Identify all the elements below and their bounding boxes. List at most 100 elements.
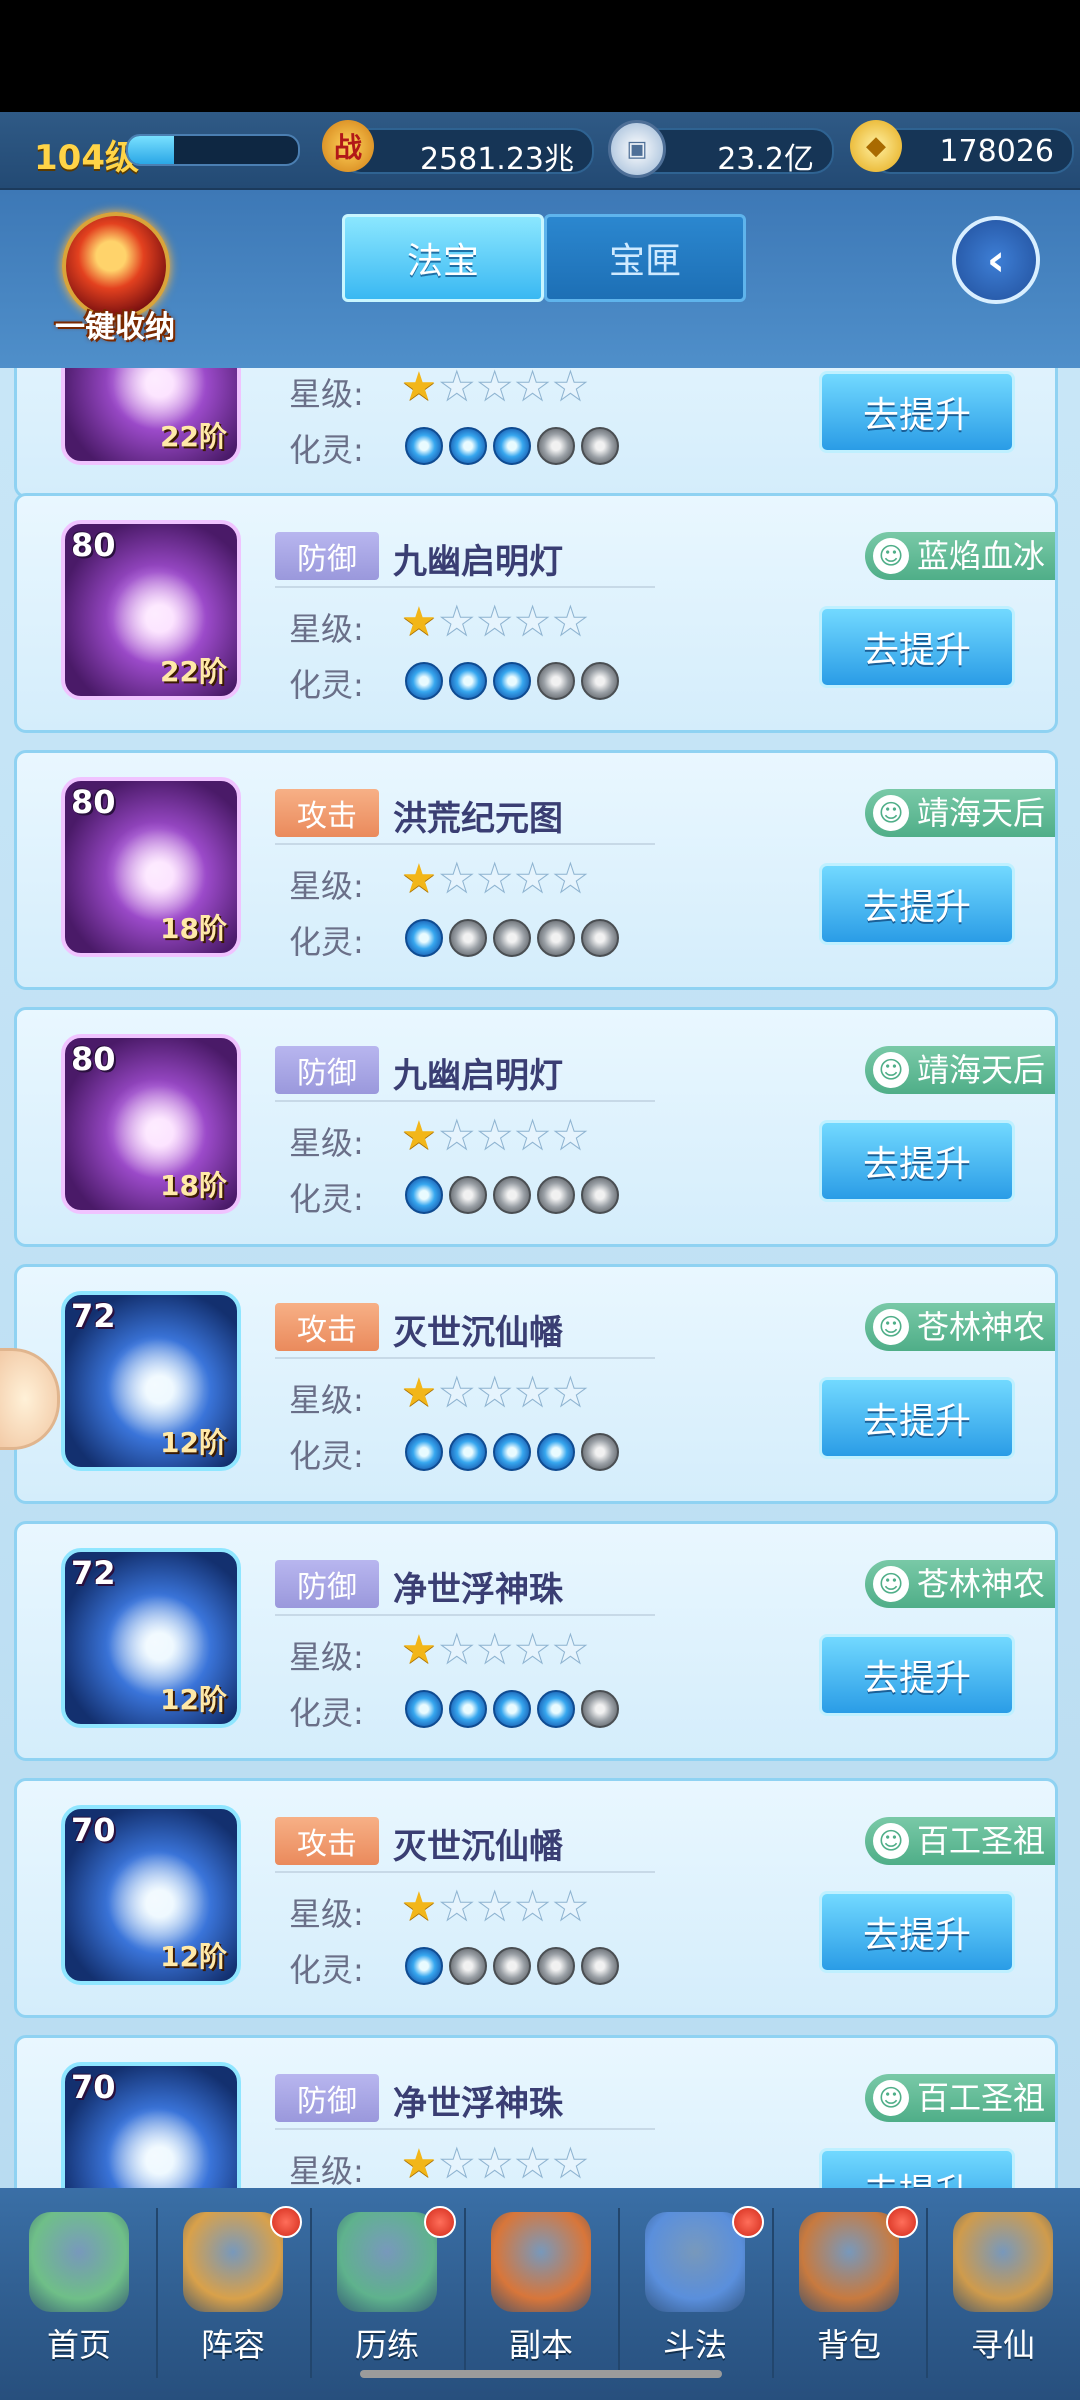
equipped-hero-name: 百工圣祖	[916, 1822, 1045, 1860]
treasure-thumbnail[interactable]: 72 12阶	[61, 1291, 241, 1471]
spirit-orb-icon	[405, 427, 443, 465]
treasure-thumbnail[interactable]: 80 22阶	[61, 520, 241, 700]
upgrade-button[interactable]: 去提升	[819, 606, 1015, 688]
treasure-name: 灭世沉仙幡	[393, 1827, 563, 1867]
star-icon: ★	[514, 1370, 551, 1416]
combat-power-icon: 战	[322, 120, 374, 172]
equipped-hero-name: 苍林神农	[916, 1308, 1045, 1346]
star-icon: ★	[552, 368, 589, 410]
spirit-orb-icon	[581, 919, 619, 957]
star-rating: ★ ★ ★ ★ ★	[401, 1884, 589, 1930]
back-button[interactable]: ‹	[952, 216, 1040, 304]
equipped-hero-tag: ☺ 蓝焰血冰	[864, 532, 1055, 580]
tab-baoxia[interactable]: 宝匣	[544, 214, 746, 302]
header: 一键收纳 法宝 宝匣 ‹	[0, 190, 1080, 368]
spirit-orb-icon	[581, 1176, 619, 1214]
star-icon: ★	[514, 1113, 551, 1159]
spirit-orb-icon	[537, 1433, 575, 1471]
spirit-orb-icon	[581, 1947, 619, 1985]
treasure-card: 80 18阶 攻击 洪荒纪元图 ☺ 靖海天后 星级: ★ ★ ★ ★ ★ 化灵: 去提升	[14, 750, 1058, 990]
name-divider	[275, 1614, 655, 1616]
nav-item[interactable]: 历练	[312, 2202, 462, 2364]
treasure-art	[105, 564, 205, 664]
nav-separator	[310, 2208, 312, 2378]
equipped-hero-tag: ☺ 苍林神农	[864, 1303, 1055, 1351]
nav-item[interactable]: 首页	[4, 2202, 154, 2364]
treasure-name: 灭世沉仙幡	[393, 1313, 563, 1353]
upgrade-button[interactable]: 去提升	[819, 1377, 1015, 1459]
nav-item[interactable]: 背包	[774, 2202, 924, 2364]
star-rating: ★ ★ ★ ★ ★	[401, 2141, 589, 2187]
star-icon: ★	[476, 856, 513, 902]
home-indicator[interactable]	[360, 2370, 722, 2378]
name-divider	[275, 2128, 655, 2130]
equipped-hero-tag: ☺ 百工圣祖	[864, 2074, 1055, 2122]
treasure-thumbnail[interactable]: 80 22阶	[61, 368, 241, 465]
coin-icon: ▣	[608, 120, 666, 178]
one-click-collect-button[interactable]: 一键收纳	[40, 204, 190, 354]
hero-head-icon: ☺	[872, 1566, 909, 1602]
spirit-rating	[405, 662, 619, 700]
nav-item[interactable]: 阵容	[158, 2202, 308, 2364]
turtle-icon	[337, 2212, 437, 2312]
upgrade-button[interactable]: 去提升	[819, 2148, 1015, 2188]
equipped-hero-name: 靖海天后	[916, 794, 1045, 832]
treasure-level: 72	[71, 1554, 116, 1592]
upgrade-button[interactable]: 去提升	[819, 863, 1015, 945]
star-icon: ★	[438, 1627, 475, 1673]
nav-item[interactable]: 斗法	[620, 2202, 770, 2364]
spirit-label: 化灵:	[289, 923, 364, 961]
star-icon: ★	[401, 1884, 437, 1930]
star-icon: ★	[438, 599, 475, 645]
treasure-level: 70	[71, 1811, 116, 1849]
star-icon: ★	[401, 2141, 437, 2187]
spirit-label: 化灵:	[289, 666, 364, 704]
star-icon: ★	[476, 368, 513, 410]
treasure-thumbnail[interactable]: 80 18阶	[61, 777, 241, 957]
treasure-name: 净世浮神珠	[393, 2084, 563, 2124]
coin-value: 23.2亿	[717, 142, 814, 177]
nav-separator	[618, 2208, 620, 2378]
treasure-thumbnail[interactable]: 80 18阶	[61, 1034, 241, 1214]
treasure-list[interactable]: 80 22阶 星级:★★★★★化灵:去提升 80 22阶 防御九幽启明灯 ☺ 蓝…	[0, 368, 1080, 2188]
treasure-type-badge: 攻击	[275, 1303, 379, 1351]
upgrade-button[interactable]: 去提升	[819, 371, 1015, 453]
notification-badge	[886, 2206, 918, 2238]
nav-item[interactable]: 副本	[466, 2202, 616, 2364]
tab-fabao[interactable]: 法宝	[342, 214, 544, 302]
star-icon: ★	[476, 1884, 513, 1930]
star-label: 星级:	[289, 867, 364, 905]
treasure-card: 70 12阶 攻击 灭世沉仙幡 ☺ 百工圣祖 星级: ★ ★ ★ ★ ★ 化灵: 去提升	[14, 1778, 1058, 2018]
treasure-level: 80	[71, 526, 116, 564]
star-icon: ★	[401, 856, 437, 902]
upgrade-button[interactable]: 去提升	[819, 1891, 1015, 1973]
spirit-orb-icon	[405, 662, 443, 700]
treasure-name: 洪荒纪元图	[393, 799, 563, 839]
spirit-label: 化灵:	[289, 1951, 364, 1989]
combat-power-value: 2581.23兆	[419, 142, 574, 177]
treasure-stage: 12阶	[160, 1683, 227, 1716]
treasure-thumbnail[interactable]: 70	[61, 2062, 241, 2188]
star-icon: ★	[438, 856, 475, 902]
spirit-orb-icon	[493, 1433, 531, 1471]
hero-head-icon: ☺	[872, 795, 909, 831]
treasure-card: 80 22阶 防御 九幽启明灯 ☺ 蓝焰血冰 星级: ★ ★ ★ ★ ★ 化灵: 去提升	[14, 493, 1058, 733]
spirit-orb-icon	[537, 1176, 575, 1214]
star-icon: ★	[401, 1627, 437, 1673]
upgrade-button[interactable]: 去提升	[819, 1634, 1015, 1716]
star-rating: ★ ★ ★ ★ ★	[401, 856, 589, 902]
nav-item[interactable]: 寻仙	[928, 2202, 1078, 2364]
star-icon: ★	[514, 368, 551, 410]
sword-crest-icon	[645, 2212, 745, 2312]
treasure-stage: 12阶	[160, 1426, 227, 1459]
star-icon: ★	[476, 1370, 513, 1416]
treasure-thumbnail[interactable]: 70 12阶	[61, 1805, 241, 1985]
star-icon: ★	[552, 1113, 589, 1159]
spirit-label: 化灵:	[289, 1694, 364, 1732]
treasure-thumbnail[interactable]: 72 12阶	[61, 1548, 241, 1728]
temple-gate-icon	[491, 2212, 591, 2312]
collect-label: 一键收纳	[55, 310, 175, 345]
upgrade-button[interactable]: 去提升	[819, 1120, 1015, 1202]
exp-progress-bar	[126, 134, 300, 166]
nav-label: 阵容	[200, 2326, 265, 2364]
